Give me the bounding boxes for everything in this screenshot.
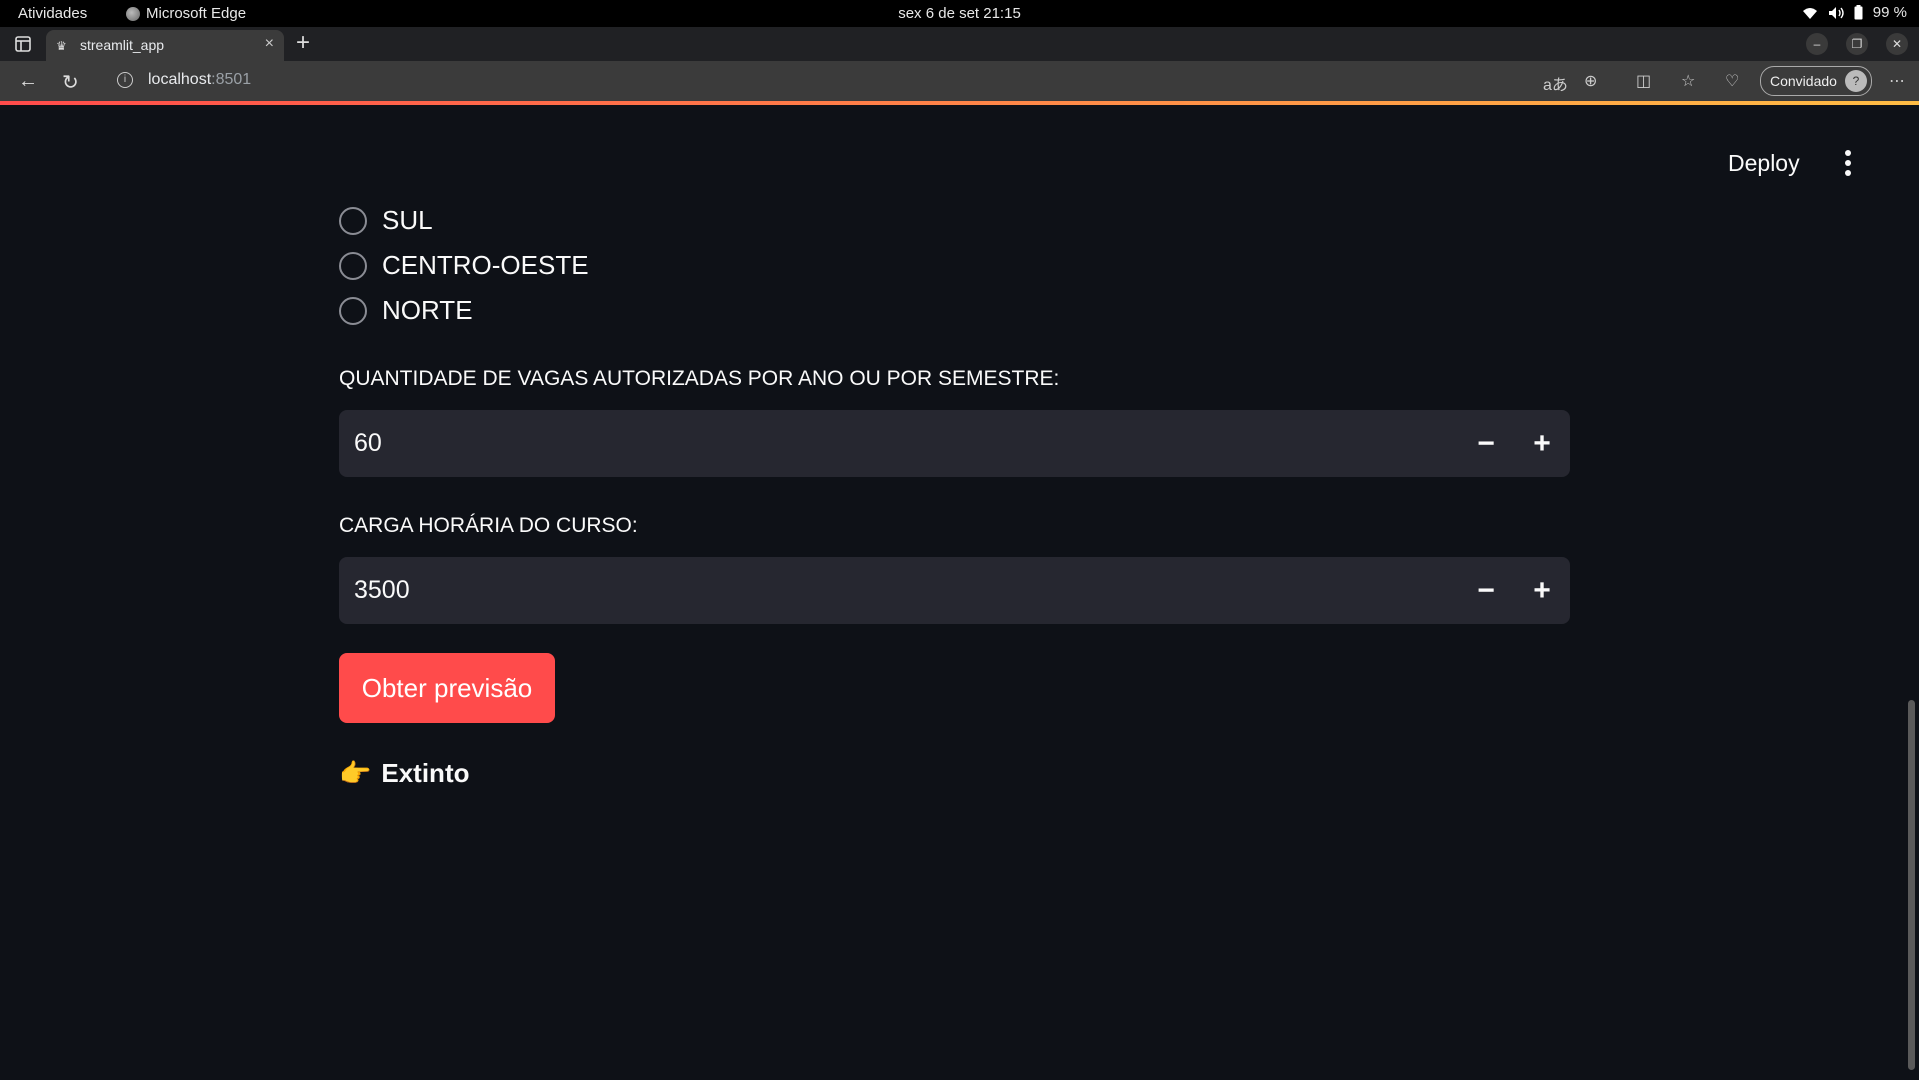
volume-icon: [1828, 6, 1844, 19]
carga-decrement-button[interactable]: −: [1459, 557, 1513, 624]
url-port: :8501: [211, 71, 252, 88]
address-bar: ← ↻ i localhost:8501 aあ ⊕ ◫ ☆ ♡ Convidad…: [0, 61, 1919, 101]
restore-icon[interactable]: ❐: [1846, 33, 1868, 55]
radio-label: NORTE: [382, 295, 473, 325]
back-icon[interactable]: ←: [18, 70, 38, 93]
url-host: localhost: [148, 71, 212, 88]
vagas-number-input: − +: [339, 410, 1570, 477]
profile-button[interactable]: Convidado ?: [1760, 66, 1872, 96]
guest-avatar-icon: ?: [1845, 70, 1867, 92]
prediction-result: 👉 Extinto: [339, 758, 469, 789]
split-screen-icon[interactable]: ◫: [1636, 71, 1651, 91]
browser-essentials-icon[interactable]: ♡: [1725, 71, 1739, 91]
radio-label: CENTRO-OESTE: [382, 250, 589, 280]
browser-tab-strip: ♛ streamlit_app × + – ❐ ✕: [0, 27, 1919, 61]
streamlit-decoration-bar: [0, 101, 1919, 105]
radio-circle: [339, 296, 367, 325]
minimize-icon[interactable]: –: [1806, 33, 1828, 55]
result-text: Extinto: [381, 758, 470, 788]
streamlit-favicon-icon: ♛: [56, 39, 67, 53]
more-options-icon[interactable]: ⋯: [1889, 71, 1905, 91]
radio-option-norte[interactable]: NORTE: [339, 295, 473, 326]
radio-label: SUL: [382, 205, 433, 235]
site-info-icon[interactable]: i: [117, 72, 133, 88]
profile-label: Convidado: [1770, 73, 1837, 89]
favorites-icon[interactable]: ☆: [1681, 71, 1695, 91]
vagas-increment-button[interactable]: +: [1515, 410, 1569, 477]
radio-circle: [339, 251, 367, 280]
radio-option-sul[interactable]: SUL: [339, 205, 433, 236]
url-field[interactable]: localhost:8501: [148, 71, 251, 89]
predict-button[interactable]: Obter previsão: [339, 653, 555, 723]
reload-icon[interactable]: ↻: [62, 70, 79, 95]
clock[interactable]: sex 6 de set 21:15: [0, 5, 1919, 22]
carga-number-input: − +: [339, 557, 1570, 624]
translate-icon[interactable]: aあ: [1543, 71, 1568, 95]
radio-option-centro-oeste[interactable]: CENTRO-OESTE: [339, 250, 589, 281]
deploy-button[interactable]: Deploy: [1728, 150, 1800, 177]
vagas-field[interactable]: [354, 410, 1354, 477]
carga-field[interactable]: [354, 557, 1354, 624]
close-tab-icon[interactable]: ×: [265, 35, 274, 53]
scrollbar-thumb[interactable]: [1908, 700, 1915, 1070]
os-top-bar: Atividades Microsoft Edge sex 6 de set 2…: [0, 0, 1919, 27]
battery-percent: 99 %: [1872, 4, 1907, 21]
tab-title: streamlit_app: [80, 37, 165, 53]
radio-circle: [339, 206, 367, 235]
new-tab-icon[interactable]: +: [296, 29, 310, 57]
battery-icon: [1854, 5, 1863, 20]
vagas-decrement-button[interactable]: −: [1459, 410, 1513, 477]
tab-actions-icon[interactable]: [14, 35, 32, 53]
carga-increment-button[interactable]: +: [1515, 557, 1569, 624]
browser-tab[interactable]: ♛ streamlit_app ×: [46, 30, 284, 61]
system-tray[interactable]: 99 %: [1802, 4, 1907, 21]
wifi-icon: [1802, 7, 1817, 19]
close-window-icon[interactable]: ✕: [1886, 33, 1908, 55]
pointing-hand-icon: 👉: [339, 758, 372, 788]
vagas-label: QUANTIDADE DE VAGAS AUTORIZADAS POR ANO …: [339, 367, 1060, 390]
zoom-icon[interactable]: ⊕: [1584, 71, 1597, 91]
carga-label: CARGA HORÁRIA DO CURSO:: [339, 514, 638, 537]
main-menu-icon[interactable]: [1842, 150, 1854, 180]
